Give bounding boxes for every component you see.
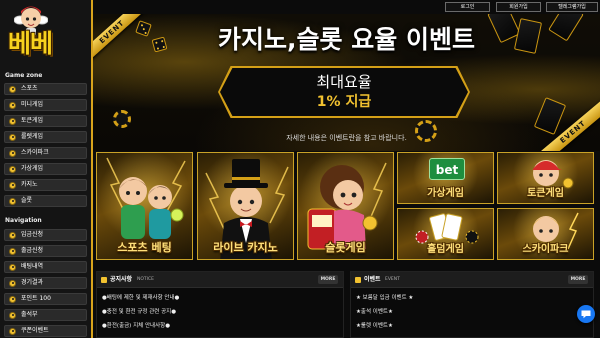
token-game-icon [9,117,16,125]
sidebar-item-roulette[interactable]: 룰렛게임 [4,131,87,143]
megaphone-icon [101,277,107,283]
event-panel-header: 이벤트 EVENT MORE [351,272,593,288]
sidebar-item-label: 경기결과 [21,279,44,286]
game-card-sports[interactable]: 스포츠 베팅 [96,152,193,260]
sidebar-item-match-result[interactable]: 경기결과 [4,277,87,289]
sidebar-item-point[interactable]: 포인트 100 [4,293,87,305]
event-ribbon-text: EVENT [540,98,600,151]
event-title: 이벤트 [364,276,381,283]
bet-history-icon [9,263,16,271]
rate-box-inner: 최대요율 1% 지급 [220,68,468,116]
sidebar-item-casino[interactable]: 카지노 [4,179,87,191]
list-item[interactable]: ★ 보름달 입금 이벤트 ★ [356,294,413,302]
sidebar-item-label: 미니게임 [21,101,44,108]
game-card-label: 스카이파크 [522,244,569,255]
game-card-token[interactable]: 토큰게임 [497,152,594,204]
rate-box-value: 1% 지급 [316,94,372,110]
sidebar-item-virtual-game[interactable]: 가상게임 [4,163,87,175]
game-card-label: 스포츠 베팅 [117,241,172,254]
sidebar-item-token-game[interactable]: 토큰게임 [4,115,87,127]
sidebar-item-label: 스카이파크 [21,149,49,156]
point-icon [9,295,16,303]
banner-title: 카지노,슬롯 요율 이벤트 [218,25,475,54]
roulette-icon [9,133,16,141]
event-ribbon-right: EVENT [540,96,600,151]
deposit-icon [9,231,16,239]
event-panel: 이벤트 EVENT MORE ★ 보름달 입금 이벤트 ★ ★출석 이벤트★ ★… [350,271,594,338]
sidebar-item-attendance[interactable]: 출석부 [4,309,87,321]
event-banner[interactable]: EVENT 카지노,슬롯 요율 이벤트 최대요율 1% 지급 자세한 내용은 이… [93,14,600,151]
notice-more-button[interactable]: MORE [318,275,338,284]
game-card-label: 가상게임 [427,188,464,199]
rate-box-heading: 최대요율 [316,73,372,91]
sidebar-item-label: 토큰게임 [21,117,44,124]
chat-bubble-icon [581,310,591,319]
signup-button[interactable]: 회원가입 [496,2,541,12]
bet-logo: bet [429,158,465,180]
sidebar-item-label: 쿠폰이벤트 [21,327,49,334]
list-item[interactable]: ●환전(출금) 지체 안내사항● [102,322,170,330]
sidebar-item-label: 포인트 100 [21,295,51,302]
sidebar-item-sports[interactable]: 스포츠 [4,83,87,95]
casino-icon [9,181,16,189]
sidebar-item-label: 가상게임 [21,165,44,172]
game-card-skypark[interactable]: 스카이파크 [497,208,594,260]
gift-icon [355,277,361,283]
notice-panel: 공지사항 NOTICE MORE ●배팅에 제한 및 제재사항 안내● ●충전 … [96,271,344,338]
notice-subtitle: NOTICE [137,277,154,282]
rate-box: 최대요율 1% 지급 [218,66,470,118]
game-card-slot[interactable]: 슬롯게임 [297,152,394,260]
casino-chip-decoration [113,110,131,128]
navigation-label: Navigation [5,217,42,224]
notice-panel-header: 공지사항 NOTICE MORE [97,272,343,288]
sidebar-item-label: 입금신청 [21,231,44,238]
telegram-signup-button[interactable]: 텔레그램가입 [546,2,598,12]
sidebar-item-slot[interactable]: 슬롯 [4,195,87,207]
sidebar-item-mini-game[interactable]: 미니게임 [4,99,87,111]
game-card-label: 슬롯게임 [325,241,366,254]
sidebar-item-coupon[interactable]: 쿠폰이벤트 [4,325,87,337]
game-card-label: 라이브 카지노 [213,241,278,254]
game-card-label: 토큰게임 [527,188,564,199]
sports-icon [9,85,16,93]
game-card-label: 홀덤게임 [427,244,464,255]
withdraw-icon [9,247,16,255]
sidebar-item-label: 출금신청 [21,247,44,254]
list-item[interactable]: ★출석 이벤트★ [356,308,393,316]
game-card-virtual[interactable]: bet 가상게임 [397,152,494,204]
game-card-holdem[interactable]: 홀덤게임 [397,208,494,260]
sidebar-item-label: 슬롯 [21,197,33,204]
list-item[interactable]: ★룰렛 이벤트★ [356,322,393,330]
mini-game-icon [9,101,16,109]
login-button[interactable]: 로그인 [445,2,490,12]
match-result-icon [9,279,16,287]
list-item[interactable]: ●충전 및 환전 규정 관련 공지● [102,308,176,316]
notice-title: 공지사항 [110,276,133,283]
site-logo[interactable]: 베베 [8,30,53,58]
chat-button[interactable] [577,305,595,323]
sidebar-item-deposit[interactable]: 입금신청 [4,229,87,241]
game-zone-label: Game zone [5,72,43,79]
sidebar-item-withdraw[interactable]: 출금신청 [4,245,87,257]
sidebar-item-bet-history[interactable]: 배팅내역 [4,261,87,273]
sidebar-item-label: 카지노 [21,181,38,188]
list-item[interactable]: ●배팅에 제한 및 제재사항 안내● [102,294,179,302]
event-more-button[interactable]: MORE [568,275,588,284]
event-subtitle: EVENT [385,277,400,282]
sidebar-item-label: 배팅내역 [21,263,44,270]
game-card-live-casino[interactable]: 라이브 카지노 [197,152,294,260]
skypark-icon [9,149,16,157]
sidebar-item-skypark[interactable]: 스카이파크 [4,147,87,159]
sidebar-item-label: 출석부 [21,311,38,318]
sidebar-item-label: 스포츠 [21,85,38,92]
sidebar-item-label: 룰렛게임 [21,133,44,140]
coupon-icon [9,327,16,335]
slot-icon [9,197,16,205]
virtual-game-icon [9,165,16,173]
attendance-icon [9,311,16,319]
banner-subtitle: 자세한 내용은 이벤트란을 참고 바랍니다. [286,134,407,142]
